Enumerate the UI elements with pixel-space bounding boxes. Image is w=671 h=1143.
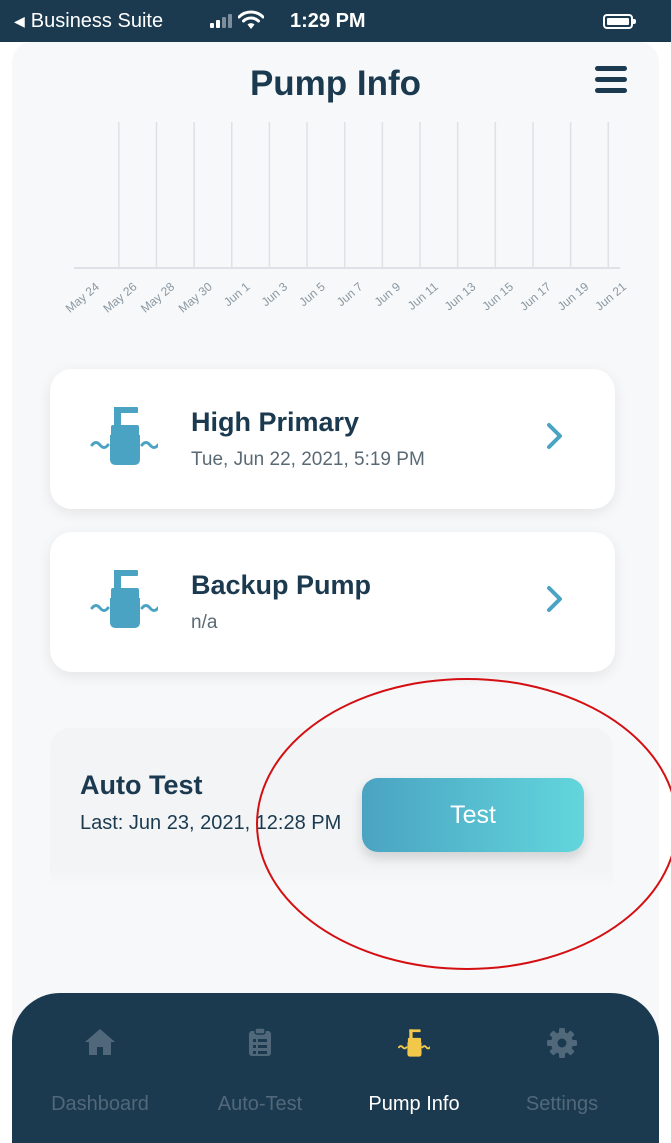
x-tick-label: Jun 19 bbox=[555, 279, 592, 313]
chevron-right-icon[interactable] bbox=[544, 584, 566, 614]
x-tick-label: Jun 9 bbox=[372, 279, 404, 309]
gear-icon bbox=[547, 1028, 577, 1058]
auto-test-title: Auto Test bbox=[80, 770, 203, 800]
back-to-app-link[interactable]: ◀ Business Suite bbox=[14, 8, 163, 34]
x-tick-label: Jun 13 bbox=[442, 279, 479, 313]
tab-label: Pump Info bbox=[368, 1093, 460, 1115]
x-tick-label: Jun 11 bbox=[405, 279, 441, 313]
pump-icon bbox=[398, 1029, 430, 1057]
pump-name: Backup Pump bbox=[191, 570, 372, 600]
x-tick-label: Jun 7 bbox=[334, 279, 366, 309]
tab-label: Auto-Test bbox=[217, 1093, 303, 1115]
chevron-right-icon[interactable] bbox=[544, 421, 566, 451]
sump-pump-icon bbox=[90, 407, 158, 465]
back-app-label: Business Suite bbox=[30, 10, 164, 32]
pump-card-backup-pump[interactable]: Backup Pump n/a bbox=[50, 532, 615, 672]
x-tick-label: May 30 bbox=[176, 279, 215, 315]
pump-card-high-primary[interactable]: High Primary Tue, Jun 22, 2021, 5:19 PM bbox=[50, 369, 615, 509]
tab-dashboard[interactable]: Dashboard bbox=[25, 993, 175, 1143]
auto-test-panel: Auto Test Last: Jun 23, 2021, 12:28 PM T… bbox=[50, 728, 613, 888]
wifi-icon bbox=[238, 10, 264, 29]
status-time: 1:29 PM bbox=[290, 10, 366, 32]
status-bar: ◀ Business Suite 1:29 PM bbox=[0, 0, 671, 42]
main-screen: Pump Info May 24 May 26 May 28 May 30 Jun 1J… bbox=[12, 42, 659, 1143]
auto-test-last-run: Last: Jun 23, 2021, 12:28 PM bbox=[80, 812, 342, 834]
sump-pump-icon bbox=[90, 570, 158, 628]
pump-activity-chart: May 24 May 26 May 28 May 30 Jun 1 Jun 3 Jun 5J… bbox=[12, 117, 659, 377]
x-tick-label: May 26 bbox=[100, 279, 139, 315]
x-tick-label: Jun 17 bbox=[517, 279, 554, 313]
tab-auto-test[interactable]: Auto-Test bbox=[185, 993, 335, 1143]
x-tick-label: Jun 1 bbox=[221, 279, 253, 309]
tab-settings[interactable]: Settings bbox=[487, 993, 637, 1143]
x-tick-label: Jun 15 bbox=[479, 279, 516, 313]
signal-icon bbox=[210, 14, 232, 28]
pump-last-event: Tue, Jun 22, 2021, 5:19 PM bbox=[191, 449, 425, 470]
pump-last-event: n/a bbox=[191, 612, 218, 633]
hamburger-menu-icon[interactable] bbox=[595, 66, 627, 94]
bottom-tab-bar: Dashboard Auto-Test Pump Info Settings bbox=[12, 993, 659, 1143]
chart-svg: May 24May 26May 28May 30 Jun 1 Jun 3 Jun 5J… bbox=[63, 122, 629, 316]
home-icon bbox=[85, 1029, 115, 1055]
test-button[interactable]: Test bbox=[362, 778, 584, 852]
battery-icon bbox=[603, 14, 636, 29]
clipboard-icon bbox=[249, 1027, 271, 1056]
x-tick-label: May 24 bbox=[63, 279, 102, 315]
back-arrow-icon: ◀ bbox=[14, 13, 25, 29]
page-title: Pump Info bbox=[249, 64, 422, 103]
x-tick-label: Jun 3 bbox=[259, 279, 291, 309]
tab-label: Settings bbox=[525, 1093, 599, 1115]
tab-pump-info[interactable]: Pump Info bbox=[339, 993, 489, 1143]
pump-name: High Primary bbox=[191, 407, 360, 437]
tab-label: Dashboard bbox=[51, 1093, 149, 1115]
x-tick-label: Jun 5 bbox=[296, 279, 328, 309]
x-tick-label: May 28 bbox=[138, 279, 177, 315]
x-tick-label: Jun 21 bbox=[592, 279, 629, 313]
